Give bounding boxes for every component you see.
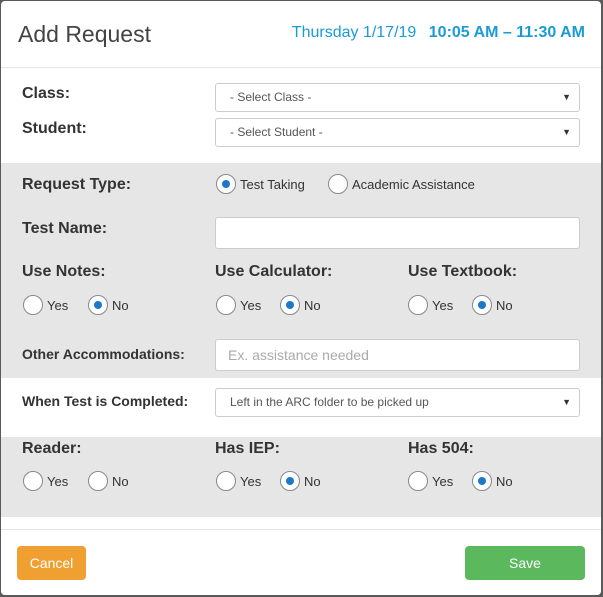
chevron-down-icon: ▼: [562, 397, 571, 407]
use-calculator-no-radio[interactable]: [280, 295, 300, 315]
use-calculator-label: Use Calculator:: [215, 263, 333, 280]
reader-no-radio[interactable]: [88, 471, 108, 491]
has-504-label: Has 504:: [408, 440, 474, 457]
use-notes-yes-label: Yes: [47, 298, 69, 313]
request-type-academic-label: Academic Assistance: [352, 177, 475, 192]
has-504-yes-radio[interactable]: [408, 471, 428, 491]
when-completed-select[interactable]: Left in the ARC folder to be picked up ▼: [215, 388, 580, 417]
use-textbook-no-label: No: [496, 298, 513, 313]
use-notes-yes-radio[interactable]: [23, 295, 43, 315]
test-name-label: Test Name:: [22, 220, 108, 237]
session-datetime: Thursday 1/17/19 10:05 AM – 11:30 AM: [292, 24, 585, 42]
use-calculator-yes-label: Yes: [240, 298, 262, 313]
test-name-input[interactable]: [215, 217, 580, 249]
use-textbook-label: Use Textbook:: [408, 263, 518, 280]
add-request-dialog: Add Request Thursday 1/17/19 10:05 AM – …: [1, 1, 601, 595]
has-504-no-radio[interactable]: [472, 471, 492, 491]
request-type-label: Request Type:: [22, 176, 132, 193]
dialog-title: Add Request: [18, 21, 151, 47]
reader-label: Reader:: [22, 440, 82, 457]
request-type-academic-radio[interactable]: [328, 174, 348, 194]
has-504-yes-label: Yes: [432, 474, 454, 489]
when-completed-select-value: Left in the ARC folder to be picked up: [230, 395, 429, 409]
use-notes-no-label: No: [112, 298, 129, 313]
has-iep-no-radio[interactable]: [280, 471, 300, 491]
student-select-value: - Select Student -: [230, 125, 323, 139]
use-calculator-no-label: No: [304, 298, 321, 313]
has-iep-yes-label: Yes: [240, 474, 262, 489]
other-accommodations-label: Other Accommodations:: [22, 346, 185, 362]
student-select[interactable]: - Select Student - ▼: [215, 118, 580, 147]
when-completed-label: When Test is Completed:: [22, 393, 189, 409]
use-textbook-yes-label: Yes: [432, 298, 454, 313]
cancel-button[interactable]: Cancel: [17, 546, 86, 580]
session-time: 10:05 AM – 11:30 AM: [428, 24, 585, 41]
chevron-down-icon: ▼: [562, 127, 571, 137]
request-type-test-taking-radio[interactable]: [216, 174, 236, 194]
request-type-test-taking-label: Test Taking: [240, 177, 305, 192]
session-date: Thursday 1/17/19: [291, 24, 417, 41]
use-textbook-yes-radio[interactable]: [408, 295, 428, 315]
class-select[interactable]: - Select Class - ▼: [215, 83, 580, 112]
use-calculator-yes-radio[interactable]: [216, 295, 236, 315]
class-label: Class:: [22, 85, 71, 102]
dialog-header: Add Request Thursday 1/17/19 10:05 AM – …: [1, 1, 601, 68]
has-iep-yes-radio[interactable]: [216, 471, 236, 491]
other-accommodations-input[interactable]: [215, 339, 580, 371]
save-button[interactable]: Save: [465, 546, 585, 580]
has-iep-no-label: No: [304, 474, 321, 489]
has-504-no-label: No: [496, 474, 513, 489]
dialog-footer: Cancel Save: [1, 529, 601, 595]
class-select-value: - Select Class -: [230, 90, 312, 104]
has-iep-label: Has IEP:: [215, 440, 280, 457]
use-notes-no-radio[interactable]: [88, 295, 108, 315]
chevron-down-icon: ▼: [562, 92, 571, 102]
reader-yes-label: Yes: [47, 474, 69, 489]
use-textbook-no-radio[interactable]: [472, 295, 492, 315]
use-notes-label: Use Notes:: [22, 263, 106, 280]
reader-yes-radio[interactable]: [23, 471, 43, 491]
student-label: Student:: [22, 120, 87, 137]
reader-no-label: No: [112, 474, 129, 489]
